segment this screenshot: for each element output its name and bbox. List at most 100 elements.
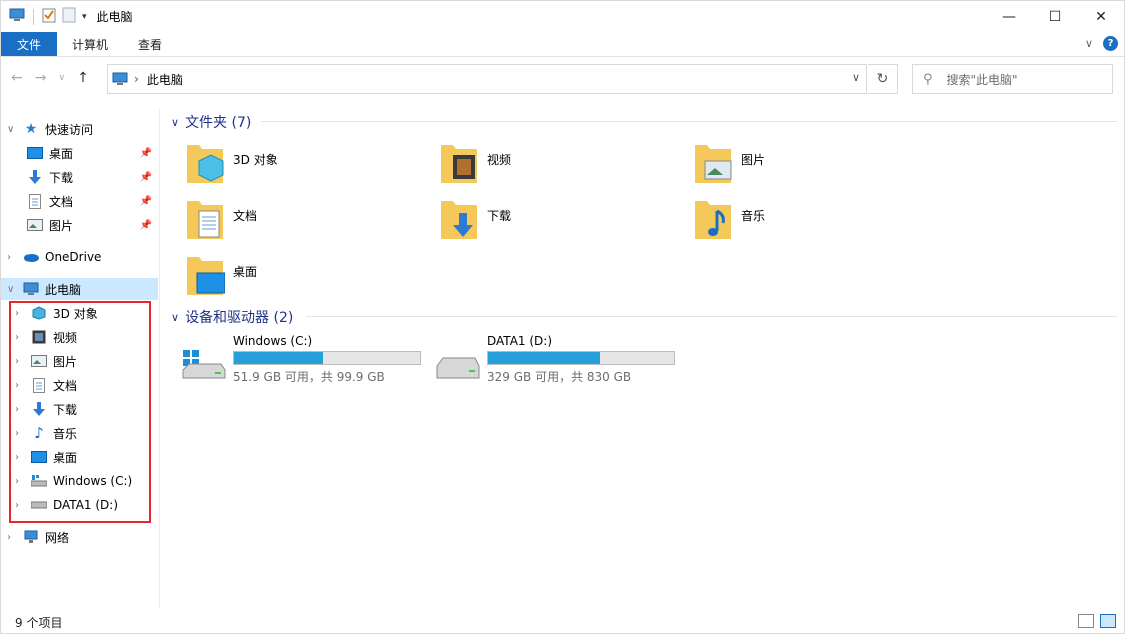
folder-documents[interactable]: 文档	[185, 197, 425, 249]
breadcrumb-this-pc[interactable]: 此电脑	[147, 71, 183, 88]
video-folder-icon	[439, 141, 479, 188]
collapsed-chevron-icon[interactable]: ›	[7, 532, 17, 543]
drive-d[interactable]: DATA1 (D:) 329 GB 可用，共 830 GB	[435, 334, 685, 384]
folder-3d-objects[interactable]: 3D 对象	[185, 141, 425, 193]
search-input[interactable]: ⚲ 搜索"此电脑"	[912, 64, 1113, 94]
details-view-button[interactable]	[1078, 614, 1094, 628]
nav-quick-desktop[interactable]: 桌面 📌	[1, 142, 158, 164]
folder-label: 视频	[487, 153, 512, 167]
minimize-button[interactable]: —	[986, 1, 1032, 32]
nav-pc-drive-c[interactable]: › Windows (C:)	[1, 470, 158, 492]
pin-icon[interactable]: 📌	[140, 148, 152, 159]
collapsed-chevron-icon[interactable]: ›	[15, 380, 25, 391]
collapsed-chevron-icon[interactable]: ›	[15, 428, 25, 439]
group-folders-header[interactable]: ∨ 文件夹 (7)	[171, 112, 251, 132]
group-drives-header[interactable]: ∨ 设备和驱动器 (2)	[171, 307, 293, 327]
picture-icon	[31, 353, 47, 369]
tab-view[interactable]: 查看	[123, 32, 177, 56]
back-arrow-icon[interactable]: ←	[11, 70, 23, 86]
group-divider	[261, 121, 1117, 122]
picture-icon	[27, 217, 43, 233]
status-bar: 9 个项目	[1, 611, 1124, 633]
star-icon: ★	[24, 121, 38, 137]
nav-pc-videos[interactable]: › 视频	[1, 326, 158, 348]
navigation-pane: ∨ ★ 快速访问 桌面 📌 下载 📌 文档 📌 图片 📌 › OneDrive …	[1, 109, 160, 609]
pin-icon[interactable]: 📌	[140, 172, 152, 183]
address-dropdown-icon[interactable]: ∨	[852, 71, 860, 84]
toolbar-divider	[33, 8, 34, 25]
nav-pc-music[interactable]: › ♪ 音乐	[1, 422, 158, 444]
expanded-chevron-icon[interactable]: ∨	[7, 124, 17, 135]
collapsed-chevron-icon[interactable]: ›	[15, 308, 25, 319]
nav-label: 快速访问	[45, 122, 94, 137]
nav-quick-documents[interactable]: 文档 📌	[1, 190, 158, 212]
nav-quick-pictures[interactable]: 图片 📌	[1, 214, 158, 236]
system-drive-icon	[181, 346, 227, 385]
nav-label: 文档	[49, 194, 74, 209]
group-collapse-icon[interactable]: ∨	[171, 116, 179, 129]
pin-icon[interactable]: 📌	[140, 220, 152, 231]
breadcrumb-chevron-icon[interactable]: ›	[134, 72, 139, 86]
nav-label: 桌面	[53, 450, 78, 465]
new-folder-icon[interactable]	[62, 7, 76, 26]
nav-onedrive[interactable]: › OneDrive	[1, 246, 158, 268]
folder-label: 文档	[233, 209, 258, 223]
document-icon	[27, 193, 43, 209]
nav-pc-documents[interactable]: › 文档	[1, 374, 158, 396]
help-icon[interactable]: ?	[1103, 36, 1118, 51]
nav-label: Windows (C:)	[53, 474, 133, 488]
nav-quick-access[interactable]: ∨ ★ 快速访问	[1, 118, 158, 140]
drive-usage-fill	[234, 352, 324, 364]
nav-pc-drive-d[interactable]: › DATA1 (D:)	[1, 494, 158, 516]
tiles-view-button[interactable]	[1100, 614, 1116, 628]
cloud-icon	[23, 249, 39, 265]
drive-usage-bar	[487, 351, 675, 365]
nav-label: 3D 对象	[53, 306, 98, 321]
folder-pictures[interactable]: 图片	[693, 141, 933, 193]
customize-toolbar-icon[interactable]: ▾	[82, 12, 87, 22]
folder-desktop[interactable]: 桌面	[185, 253, 425, 305]
maximize-button[interactable]: ☐	[1032, 1, 1078, 32]
folder-downloads[interactable]: 下载	[439, 197, 679, 249]
nav-label: 视频	[53, 330, 78, 345]
properties-icon[interactable]	[42, 7, 56, 26]
collapsed-chevron-icon[interactable]: ›	[15, 356, 25, 367]
recent-locations-icon[interactable]: ∨	[58, 73, 65, 83]
pin-icon[interactable]: 📌	[140, 196, 152, 207]
collapsed-chevron-icon[interactable]: ›	[15, 404, 25, 415]
group-collapse-icon[interactable]: ∨	[171, 311, 179, 324]
drive-usage-bar	[233, 351, 421, 365]
forward-arrow-icon[interactable]: →	[35, 70, 47, 86]
address-bar[interactable]: › 此电脑 ∨	[107, 64, 867, 94]
drive-c[interactable]: Windows (C:) 51.9 GB 可用，共 99.9 GB	[181, 334, 431, 384]
folder-music[interactable]: 音乐	[693, 197, 933, 249]
close-button[interactable]: ✕	[1078, 1, 1124, 32]
nav-pc-pictures[interactable]: › 图片	[1, 350, 158, 372]
nav-this-pc[interactable]: ∨ 此电脑	[1, 278, 158, 300]
nav-network[interactable]: › 网络	[1, 526, 158, 548]
expanded-chevron-icon[interactable]: ∨	[7, 284, 17, 295]
collapsed-chevron-icon[interactable]: ›	[15, 332, 25, 343]
up-arrow-icon[interactable]: ↑	[77, 70, 89, 86]
refresh-button[interactable]: ↻	[868, 64, 898, 94]
drive-usage-fill	[488, 352, 600, 364]
nav-pc-downloads[interactable]: › 下载	[1, 398, 158, 420]
tab-computer[interactable]: 计算机	[57, 32, 123, 56]
nav-pc-3d-objects[interactable]: › 3D 对象	[1, 302, 158, 324]
expand-ribbon-icon[interactable]: ∨	[1085, 37, 1093, 50]
nav-quick-downloads[interactable]: 下载 📌	[1, 166, 158, 188]
computer-icon	[9, 8, 25, 25]
collapsed-chevron-icon[interactable]: ›	[7, 252, 17, 263]
tab-file[interactable]: 文件	[1, 32, 58, 56]
collapsed-chevron-icon[interactable]: ›	[15, 452, 25, 463]
system-drive-icon	[31, 473, 47, 489]
nav-label: OneDrive	[45, 250, 102, 264]
nav-label: 此电脑	[45, 282, 82, 297]
view-toggle	[1078, 614, 1116, 628]
collapsed-chevron-icon[interactable]: ›	[15, 476, 25, 487]
group-title: 文件夹 (7)	[185, 115, 252, 131]
address-row: ← → ∨ ↑ › 此电脑 ∨ ↻ ⚲ 搜索"此电脑"	[1, 58, 1124, 100]
folder-videos[interactable]: 视频	[439, 141, 679, 193]
nav-pc-desktop[interactable]: › 桌面	[1, 446, 158, 468]
collapsed-chevron-icon[interactable]: ›	[15, 500, 25, 511]
